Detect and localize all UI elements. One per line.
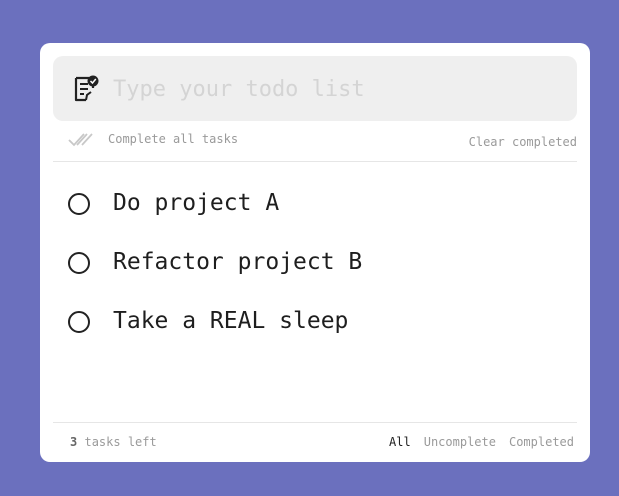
complete-all-label: Complete all tasks [108, 132, 239, 146]
todo-item: Take a REAL sleep [53, 291, 577, 350]
note-check-icon [74, 75, 99, 102]
tasks-left-label: tasks left [84, 435, 157, 449]
circle-icon[interactable] [68, 193, 90, 215]
circle-icon[interactable] [68, 311, 90, 333]
todo-text[interactable]: Do project A [113, 190, 279, 216]
todo-item: Refactor project B [53, 232, 577, 291]
todo-input-bar [53, 56, 577, 121]
todo-text[interactable]: Refactor project B [113, 249, 362, 275]
todo-card: Complete all tasks Clear completed Do pr… [40, 43, 590, 462]
clear-completed-button[interactable]: Clear completed [469, 135, 577, 149]
filter-completed[interactable]: Completed [509, 435, 574, 449]
circle-icon[interactable] [68, 252, 90, 274]
todo-text[interactable]: Take a REAL sleep [113, 308, 348, 334]
tasks-left-counter: 3 tasks left [70, 435, 157, 449]
toolbar: Complete all tasks Clear completed [53, 127, 577, 162]
filter-group: All Uncomplete Completed [389, 435, 574, 449]
footer: 3 tasks left All Uncomplete Completed [53, 422, 577, 463]
todo-list: Do project A Refactor project B Take a R… [53, 173, 577, 350]
double-check-icon [68, 133, 93, 147]
todo-item: Do project A [53, 173, 577, 232]
tasks-left-count: 3 [70, 435, 78, 449]
filter-uncomplete[interactable]: Uncomplete [424, 435, 496, 449]
complete-all-button[interactable]: Complete all tasks [68, 131, 238, 149]
filter-all[interactable]: All [389, 435, 411, 449]
todo-input[interactable] [113, 72, 553, 106]
